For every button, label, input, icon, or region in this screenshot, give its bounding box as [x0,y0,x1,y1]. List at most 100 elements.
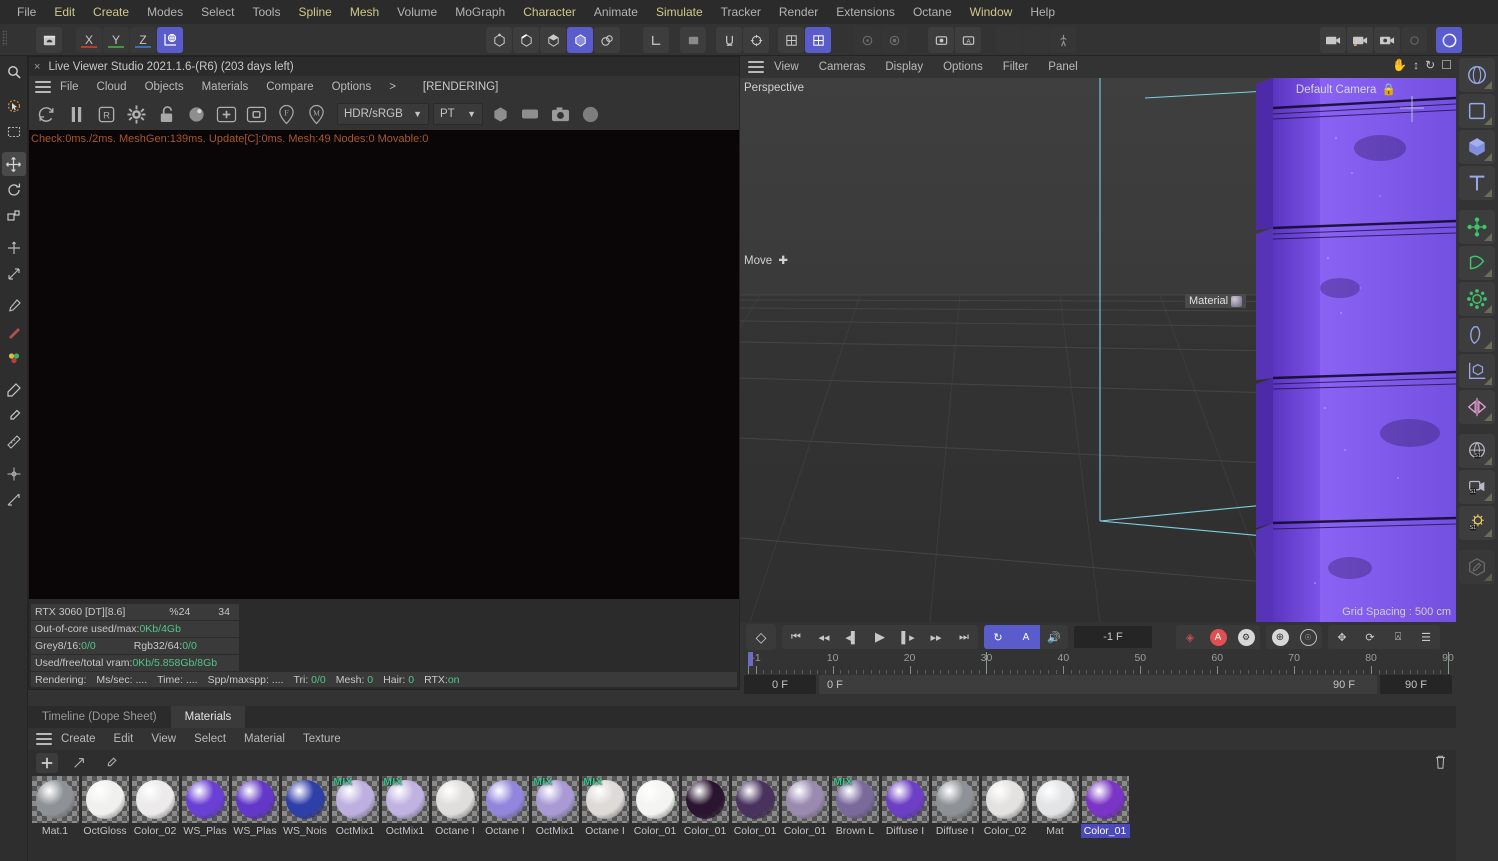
menu-item-animate[interactable]: Animate [585,0,647,24]
render-region-icon[interactable] [1347,27,1373,53]
material-thumbnail[interactable] [731,776,779,823]
material-cell[interactable]: Octane I [480,776,530,838]
symmetry-icon[interactable] [1459,390,1495,424]
material-thumbnail[interactable]: MIX [831,776,879,823]
viewport-menu-item-cameras[interactable]: Cameras [809,61,876,73]
edge-mode-icon[interactable] [513,27,539,53]
viewport-menu-item-view[interactable]: View [764,61,809,73]
material-cell[interactable]: Diffuse I [930,776,980,838]
mm-menu-item-texture[interactable]: Texture [294,733,350,745]
material-name-label[interactable]: OctMix1 [336,824,375,838]
menu-item-octane[interactable]: Octane [904,0,961,24]
material-thumbnail[interactable]: MIX [531,776,579,823]
light-render-icon[interactable]: S1 [1459,506,1495,540]
material-thumbnail[interactable] [881,776,929,823]
material-name-label[interactable]: OctMix1 [386,824,425,838]
scale-track-icon[interactable]: ⍓ [1384,625,1412,649]
move-tool-icon[interactable] [1,152,26,176]
sphere-primitive-icon[interactable] [1459,58,1495,92]
live-selection-icon[interactable] [2,94,26,118]
timeline-scrollbar[interactable]: 0 F 90 F [819,675,1377,694]
mm-menu-item-create[interactable]: Create [52,733,105,745]
material-cell[interactable]: Mat.1 [30,776,80,838]
point-mode-icon[interactable] [486,27,512,53]
material-preview-icon[interactable] [183,101,209,127]
axis-y-button[interactable]: Y [103,27,129,53]
globe-render-icon[interactable]: S1 [1459,434,1495,468]
material-picker-icon[interactable]: M [303,101,329,127]
render-view-camera-icon[interactable] [1320,27,1346,53]
focus-picker-icon[interactable]: F [273,101,299,127]
gear-icon[interactable] [1459,282,1495,316]
sound-icon[interactable]: 🔊 [1040,625,1068,649]
material-name-label[interactable]: Color_01 [784,824,827,838]
cube-primitive-icon[interactable] [1459,130,1495,164]
autokey-record-icon[interactable]: A [1204,625,1232,649]
sphere-preview-icon[interactable] [577,101,603,127]
square-primitive-icon[interactable] [1459,94,1495,128]
render-to-picture-viewer-icon[interactable] [1374,27,1400,53]
menu-item-window[interactable]: Window [961,0,1022,24]
paint-tool-icon[interactable] [1459,550,1495,584]
material-cell[interactable]: MIX OctMix1 [380,776,430,838]
material-name-label[interactable]: Brown L [836,824,875,838]
deformer-icon[interactable] [1459,246,1495,280]
pivot-icon[interactable] [854,27,880,53]
material-thumbnail[interactable] [181,776,229,823]
weight-tool-icon[interactable] [1023,27,1049,53]
live-viewer-render-canvas[interactable]: Check:0ms./2ms. MeshGen:139ms. Update[C]… [29,130,739,599]
character-tool-icon[interactable] [1050,27,1076,53]
material-thumbnail[interactable]: MIX [581,776,629,823]
material-name-label[interactable]: OctGloss [83,824,126,838]
bone-tool-icon[interactable] [996,27,1022,53]
rotation-track-icon[interactable]: ⟳ [1356,625,1384,649]
enable-snap-icon[interactable] [716,27,742,53]
material-name-label[interactable]: Color_02 [134,824,177,838]
lock-icon[interactable] [153,101,179,127]
current-frame-field[interactable]: -1 F [1074,626,1152,648]
render-settings-gear-icon[interactable] [1401,27,1427,53]
menu-item-tools[interactable]: Tools [243,0,289,24]
colorspace-select[interactable]: HDR/sRGB ▼ [337,103,429,125]
material-cell[interactable]: MIX OctMix1 [530,776,580,838]
next-key-icon[interactable]: ▸▸ [922,625,950,649]
material-name-label[interactable]: Diffuse I [936,824,974,838]
material-thumbnail[interactable] [981,776,1029,823]
camera-lock-icon[interactable]: 🔒 [1382,84,1396,96]
material-cell[interactable]: MIX Brown L [830,776,880,838]
pivot-settings-icon[interactable] [881,27,907,53]
material-cell[interactable]: Color_01 [680,776,730,838]
menu-item-character[interactable]: Character [514,0,585,24]
scale-axis-icon[interactable] [2,262,26,286]
menu-hamburger-icon[interactable] [36,733,52,745]
material-thumbnail[interactable] [481,776,529,823]
position-key-icon[interactable]: ⊕ [1266,625,1294,649]
material-cell[interactable]: Color_01 [730,776,780,838]
material-thumbnail[interactable] [1031,776,1079,823]
material-thumbnail[interactable] [431,776,479,823]
viewport-menu-item-options[interactable]: Options [933,61,993,73]
preview-start-field[interactable]: 0 F [744,675,816,694]
menu-hamburger-icon[interactable] [35,81,51,93]
brush-tool-icon[interactable] [2,294,26,318]
menu-item-edit[interactable]: Edit [45,0,84,24]
lv-menu-item-options[interactable]: Options [323,81,381,93]
axis-z-button[interactable]: Z [130,27,156,53]
paint-brush-icon[interactable] [2,378,26,402]
menu-item-select[interactable]: Select [192,0,243,24]
mm-menu-item-material[interactable]: Material [235,733,294,745]
menu-item-mesh[interactable]: Mesh [341,0,388,24]
region-render-icon[interactable]: R [93,101,119,127]
menu-hamburger-icon[interactable] [748,61,764,73]
menu-item-simulate[interactable]: Simulate [647,0,712,24]
eyedropper-icon[interactable] [2,404,26,428]
menu-item-modes[interactable]: Modes [138,0,192,24]
material-name-label[interactable]: Octane I [435,824,475,838]
camera-snapshot-icon[interactable] [547,101,573,127]
search-icon[interactable] [2,60,26,84]
axis-x-button[interactable]: X [76,27,102,53]
position-track-icon[interactable]: ✥ [1328,625,1356,649]
lv-menu-item-file[interactable]: File [51,81,88,93]
material-cell[interactable]: OctGloss [80,776,130,838]
grid-visible-icon[interactable] [805,27,831,53]
